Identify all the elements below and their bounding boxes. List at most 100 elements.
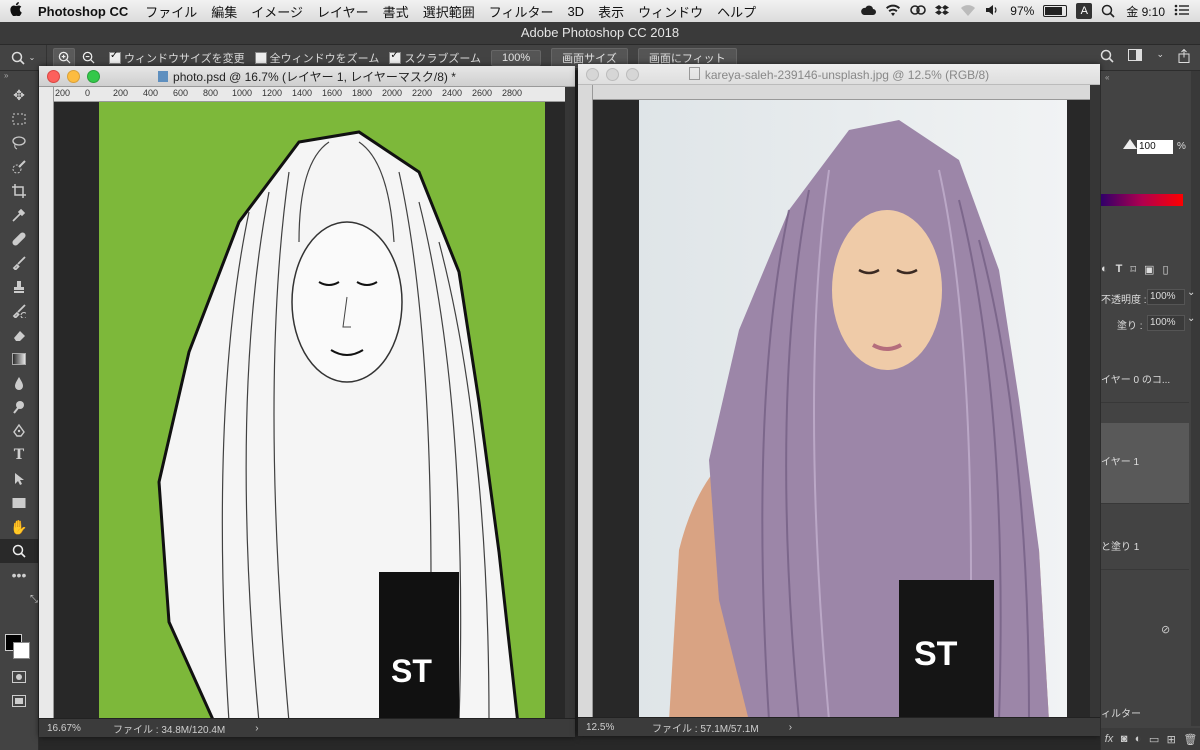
zoom-tool-icon[interactable] — [0, 539, 38, 563]
wifi-secondary-icon[interactable] — [960, 4, 976, 18]
brush-tool-icon[interactable] — [0, 251, 38, 275]
input-source-indicator[interactable]: A — [1076, 3, 1093, 19]
dodge-tool-icon[interactable] — [0, 395, 38, 419]
path-selection-tool-icon[interactable] — [0, 467, 38, 491]
adjustment-layer-icon[interactable]: ◐ — [1135, 733, 1142, 745]
checkbox-checked[interactable] — [389, 50, 402, 64]
screen-mode-icon[interactable] — [0, 689, 38, 713]
battery-icon[interactable] — [1043, 5, 1068, 17]
creative-cloud-icon[interactable] — [910, 4, 927, 18]
zoom-all-windows-checkbox[interactable]: 全ウィンドウをズーム — [254, 50, 379, 66]
eyedropper-tool-icon[interactable] — [0, 203, 38, 227]
sketch-artwork[interactable]: ST — [99, 102, 545, 719]
shape-filter-icon[interactable]: ⌑ — [1130, 263, 1136, 276]
spotlight-search-icon[interactable] — [1101, 4, 1117, 18]
panel-expand-handle[interactable]: « — [1105, 73, 1109, 82]
layer-row[interactable]: イヤー 0 のコ... — [1101, 360, 1189, 403]
history-brush-tool-icon[interactable] — [0, 299, 38, 323]
add-mask-icon[interactable]: ◙ — [1121, 733, 1128, 745]
panel-collapse-handle[interactable]: » — [0, 71, 38, 83]
quick-mask-icon[interactable] — [0, 665, 38, 689]
apple-icon[interactable] — [0, 2, 32, 20]
layer-row-selected[interactable]: イヤー 1 — [1101, 423, 1189, 504]
vertical-scrollbar[interactable] — [565, 87, 575, 719]
type-filter-icon[interactable]: T — [1116, 263, 1123, 276]
menu-type[interactable]: 書式 — [376, 2, 416, 21]
document-title-bar[interactable]: photo.psd @ 16.7% (レイヤー 1, レイヤーマスク/8) * — [39, 66, 575, 87]
volume-icon[interactable] — [985, 4, 1001, 18]
menu-app-name[interactable]: Photoshop CC — [32, 4, 138, 19]
workspace-icon[interactable] — [1128, 49, 1143, 66]
checkbox-checked[interactable] — [109, 50, 121, 64]
healing-brush-tool-icon[interactable] — [0, 227, 38, 251]
cloud-icon[interactable] — [860, 4, 877, 18]
vertical-ruler[interactable] — [578, 85, 593, 718]
blur-tool-icon[interactable] — [0, 371, 38, 395]
hand-tool-icon[interactable]: ✋ — [0, 515, 38, 539]
swap-colors-icon[interactable]: ⤡ — [0, 587, 42, 611]
move-tool-icon[interactable]: ✥ — [0, 83, 38, 107]
crop-tool-icon[interactable] — [0, 179, 38, 203]
pen-tool-icon[interactable] — [0, 419, 38, 443]
eraser-tool-icon[interactable] — [0, 323, 38, 347]
search-icon[interactable] — [1100, 49, 1115, 66]
menu-layer[interactable]: レイヤー — [310, 2, 376, 21]
lasso-tool-icon[interactable] — [0, 131, 38, 155]
horizontal-ruler[interactable]: 200 0 200 400 600 800 1000 1200 1400 160… — [53, 87, 575, 102]
marquee-tool-icon[interactable] — [0, 107, 38, 131]
trash-icon[interactable]: 🗑 — [1183, 733, 1197, 746]
resize-windows-checkbox[interactable]: ウィンドウサイズを変更 — [109, 50, 245, 66]
color-spectrum-bar[interactable] — [1101, 194, 1183, 206]
zoom-out-button[interactable] — [77, 48, 99, 68]
menu-window[interactable]: ウィンドウ — [631, 2, 710, 21]
filter-toggle-icon[interactable]: ▯ — [1162, 263, 1168, 276]
document-window-jpg[interactable]: kareya-saleh-239146-unsplash.jpg @ 12.5%… — [578, 64, 1100, 736]
fx-button[interactable]: fx — [1105, 733, 1114, 745]
fill-input[interactable]: 100% — [1147, 315, 1185, 331]
menu-image[interactable]: イメージ — [244, 2, 310, 21]
panel-scrollbar[interactable] — [1191, 71, 1200, 726]
more-tools-icon[interactable]: ••• — [0, 563, 38, 587]
new-layer-icon[interactable]: ⊞ — [1167, 733, 1176, 746]
menu-filter[interactable]: フィルター — [482, 2, 561, 21]
quick-selection-tool-icon[interactable] — [0, 155, 38, 179]
checkbox-unchecked[interactable] — [254, 51, 267, 64]
clone-stamp-tool-icon[interactable] — [0, 275, 38, 299]
zoom-level[interactable]: 16.67% — [39, 723, 103, 734]
chevron-down-icon[interactable]: ⌄ — [1187, 313, 1195, 324]
share-icon[interactable] — [1178, 48, 1190, 66]
chevron-down-icon[interactable]: ⌄ — [1156, 49, 1164, 66]
menu-help[interactable]: ヘルプ — [710, 2, 763, 21]
photo-artwork[interactable]: ST — [639, 100, 1067, 718]
wifi-icon[interactable] — [885, 4, 901, 18]
menu-edit[interactable]: 編集 — [204, 2, 244, 21]
gradient-tool-icon[interactable] — [0, 347, 38, 371]
background-color-swatch[interactable] — [13, 642, 30, 659]
smart-object-filter-icon[interactable]: ▣ — [1144, 263, 1154, 276]
canvas-area[interactable]: ST — [593, 100, 1090, 718]
document-title-bar[interactable]: kareya-saleh-239146-unsplash.jpg @ 12.5%… — [578, 64, 1100, 85]
notification-center-icon[interactable] — [1174, 4, 1190, 18]
scrubby-zoom-checkbox[interactable]: スクラブズーム — [389, 50, 481, 66]
status-menu-arrow[interactable]: › — [759, 722, 792, 733]
layer-opacity-input[interactable]: 100% — [1147, 289, 1185, 305]
clock[interactable]: 金 9:10 — [1126, 3, 1165, 20]
opacity-input[interactable]: 100 — [1137, 140, 1173, 154]
canvas-area[interactable]: ST — [54, 102, 565, 719]
type-tool-icon[interactable]: T — [0, 443, 38, 467]
zoom-100-button[interactable]: 100% — [491, 49, 542, 66]
link-icon[interactable]: ⊘ — [1161, 623, 1170, 636]
chevron-down-icon[interactable]: ⌄ — [1187, 287, 1195, 298]
horizontal-ruler[interactable] — [592, 85, 1100, 100]
zoom-level[interactable]: 12.5% — [578, 722, 642, 733]
rectangle-tool-icon[interactable] — [0, 491, 38, 515]
zoom-in-button[interactable] — [53, 47, 75, 68]
document-window-photo-psd[interactable]: photo.psd @ 16.7% (レイヤー 1, レイヤーマスク/8) * … — [39, 66, 575, 737]
dropbox-icon[interactable] — [935, 4, 951, 18]
layer-row[interactable]: と塗り 1 — [1101, 527, 1189, 570]
menu-file[interactable]: ファイル — [138, 2, 204, 21]
menu-select[interactable]: 選択範囲 — [416, 2, 482, 21]
vertical-ruler[interactable] — [39, 87, 54, 719]
adjustment-filter-icon[interactable]: ◐ — [1101, 263, 1108, 276]
new-group-icon[interactable]: ▭ — [1149, 733, 1159, 746]
